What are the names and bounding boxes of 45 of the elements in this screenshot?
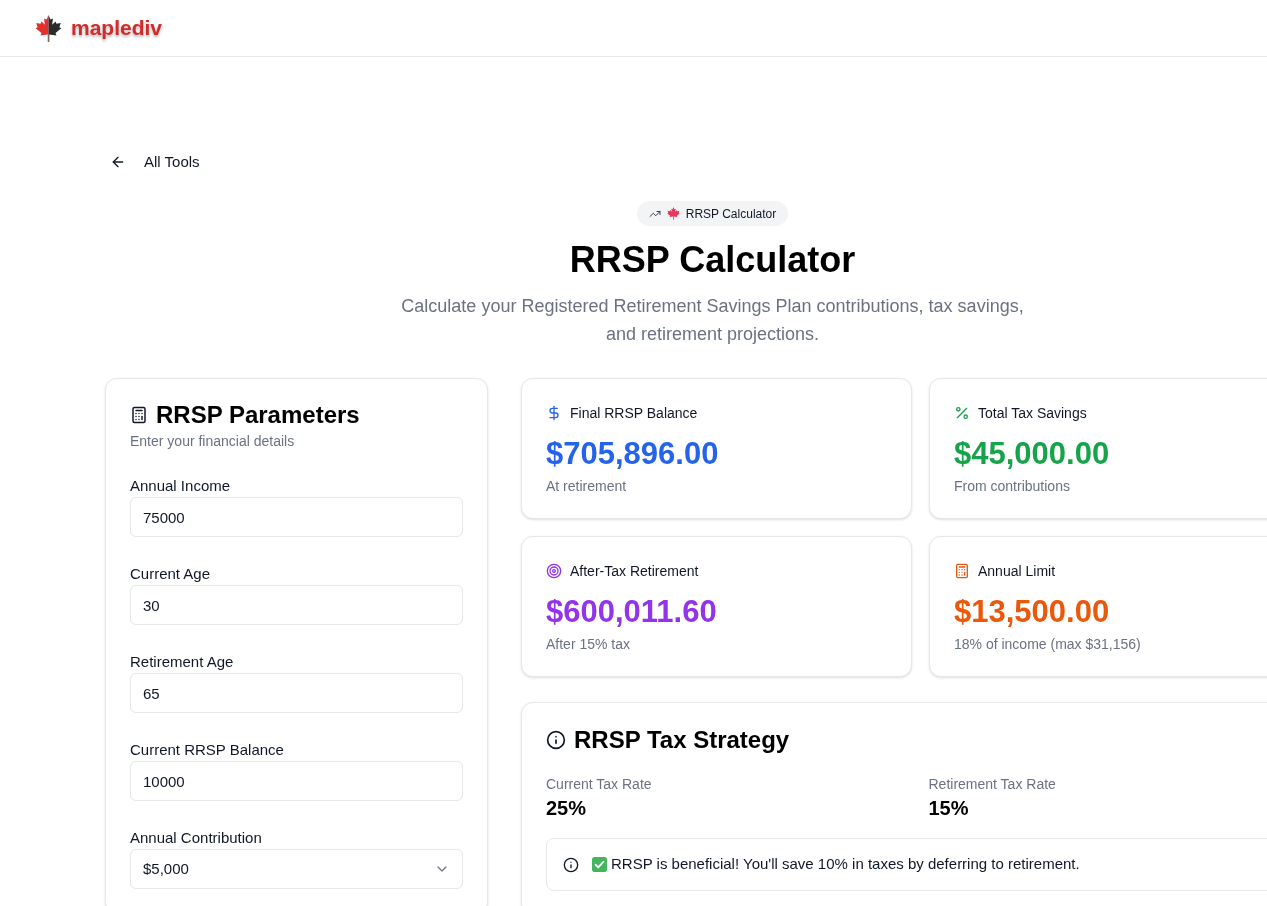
calculator-icon <box>130 406 148 424</box>
stat-note: From contributions <box>954 477 1071 496</box>
info-icon <box>563 856 579 873</box>
rate-value: 25% <box>546 796 588 821</box>
stat-label: After-Tax Retirement <box>570 561 699 581</box>
rate-label: Current Tax Rate <box>546 775 653 794</box>
stat-value: $13,500.00 <box>954 594 1111 630</box>
stat-label: Final RRSP Balance <box>570 403 698 423</box>
contribution-select[interactable]: $5,000 <box>130 849 463 889</box>
card-subtitle: Enter your financial details <box>130 432 296 451</box>
stat-note: 18% of income (max $31,156) <box>954 635 1142 654</box>
stat-value: $705,896.00 <box>546 436 720 472</box>
calculator-icon <box>954 563 970 579</box>
stat-label: Annual Limit <box>978 561 1056 581</box>
info-icon <box>546 730 566 750</box>
percent-icon <box>954 405 970 421</box>
target-icon <box>546 563 562 579</box>
field-label: Current RRSP Balance <box>130 740 285 760</box>
card-title: RRSP Tax Strategy <box>574 725 790 755</box>
text-input[interactable]: 75000 <box>130 497 463 537</box>
arrow-left-icon <box>110 154 126 170</box>
page-subtitle: Calculate your Registered Retirement Savings Plan contributions, tax savings, and retirement projections. <box>400 295 1025 346</box>
stat-note: After 15% tax <box>546 635 632 654</box>
stat-label: Total Tax Savings <box>978 403 1087 423</box>
rate-label: Retirement Tax Rate <box>928 775 1057 794</box>
text-input[interactable]: 65 <box>130 673 463 713</box>
stat-value: $600,011.60 <box>546 594 718 630</box>
dollar-icon <box>546 405 562 421</box>
field-label: Annual Contribution <box>130 828 263 848</box>
text-input[interactable]: 30 <box>130 585 463 625</box>
card-title: RRSP Parameters <box>156 400 360 430</box>
stat-note: At retirement <box>546 477 628 496</box>
maple-leaf-icon <box>666 207 680 220</box>
back-link[interactable]: All Tools <box>110 152 200 172</box>
alert-text: RRSP is beneficial! You'll save 10% in taxes by deferring to retirement. <box>611 854 1080 875</box>
stat-value: $45,000.00 <box>954 436 1111 472</box>
page-title: RRSP Calculator <box>569 240 856 280</box>
field-label: Annual Income <box>130 476 232 496</box>
text-input[interactable]: 10000 <box>130 761 463 801</box>
pill-label: RRSP Calculator <box>685 205 777 223</box>
field-label: Current Age <box>130 564 212 584</box>
logo-link[interactable]: maplediv <box>35 12 163 44</box>
checkmark-icon <box>592 857 607 872</box>
field-label: Retirement Age <box>130 652 235 672</box>
rate-value: 15% <box>928 796 970 821</box>
